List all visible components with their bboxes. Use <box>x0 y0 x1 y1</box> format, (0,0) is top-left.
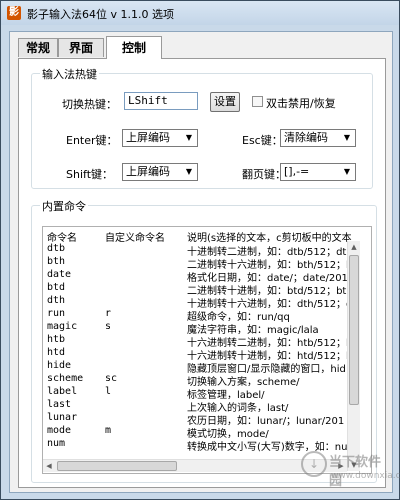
shift-key-select[interactable]: 上屏编码 ▼ <box>122 163 198 181</box>
tab-general[interactable]: 常规 <box>18 38 58 57</box>
hotkeys-group: 输入法热键 切换热键： LShift 设置 双击禁用/恢复 Enter键： 上屏… <box>31 66 373 189</box>
switch-hotkey-input[interactable]: LShift <box>124 92 198 110</box>
page-key-select[interactable]: [],-= ▼ <box>280 163 356 181</box>
command-name: scheme <box>47 373 84 384</box>
list-item[interactable]: dtb 十进制转二进制，如：dtb/512；dt <box>43 243 369 258</box>
list-item[interactable]: bth 二进制转十六进制，如：bth/512；b <box>43 256 369 271</box>
custom-command-name: s <box>105 321 112 332</box>
list-item[interactable]: htb 十六进制转二进制，如：htb/512；h <box>43 334 369 349</box>
esc-key-select[interactable]: 清除编码 ▼ <box>280 129 356 147</box>
command-name: last <box>47 399 72 410</box>
list-item[interactable]: date 格式化日期，如：date/；date/201 <box>43 269 369 284</box>
list-header: 命令名 自定义命令名 说明(s选择的文本，c剪切板中的文本 <box>43 229 369 244</box>
custom-command-name: l <box>105 386 112 397</box>
command-name: magic <box>47 321 78 332</box>
command-name: mode <box>47 425 72 436</box>
list-item[interactable]: last 上次输入的词条，last/ <box>43 399 369 414</box>
list-item[interactable]: btd 二进制转十进制，如：btd/512；bt <box>43 282 369 297</box>
command-name: bth <box>47 256 66 267</box>
column-header-custom-command[interactable]: 自定义命令名 <box>105 229 165 244</box>
switch-hotkey-label: 切换热键： <box>62 98 117 111</box>
command-name: lunar <box>47 412 78 423</box>
chevron-down-icon: ▼ <box>185 133 193 142</box>
chevron-down-icon: ▼ <box>185 167 193 176</box>
command-name: date <box>47 269 72 280</box>
set-hotkey-button[interactable]: 设置 <box>210 92 240 112</box>
custom-command-name: r <box>105 308 112 319</box>
options-window: 影 影子输入法64位 v 1.1.0 选项 常规 界面 控制 输入法热键 切换热… <box>0 0 400 500</box>
horizontal-scroll-thumb[interactable] <box>57 461 177 471</box>
list-item[interactable]: lunar 农历日期，如：lunar/；lunar/201 <box>43 412 369 427</box>
chevron-down-icon: ▼ <box>343 133 351 142</box>
enter-key-select[interactable]: 上屏编码 ▼ <box>122 129 198 147</box>
command-name: btd <box>47 282 66 293</box>
watermark: ↓ 当下软件园 www.downxia.com <box>301 447 400 489</box>
list-item[interactable]: run r 超级命令，如：run/qq <box>43 308 369 323</box>
command-name: htb <box>47 334 66 345</box>
double-click-disable-label: 双击禁用/恢复 <box>266 97 336 110</box>
list-item[interactable]: dth 十进制转十六进制，如：dth/512；d <box>43 295 369 310</box>
scroll-up-arrow-icon[interactable]: ▲ <box>348 241 360 253</box>
command-name: dth <box>47 295 66 306</box>
column-header-description[interactable]: 说明(s选择的文本，c剪切板中的文本 <box>187 229 369 244</box>
commands-group: 内置命令 命令名 自定义命令名 说明(s选择的文本，c剪切板中的文本 dtb 十进… <box>31 198 377 483</box>
list-item[interactable]: mode m 模式切换，mode/ <box>43 425 369 440</box>
enter-key-value: 上屏编码 <box>126 131 170 144</box>
command-name: htd <box>47 347 66 358</box>
scroll-left-arrow-icon[interactable]: ◀ <box>43 460 55 472</box>
list-item[interactable]: htd 十六进制转十进制，如：htd/512；h <box>43 347 369 362</box>
control-panel: 输入法热键 切换热键： LShift 设置 双击禁用/恢复 Enter键： 上屏… <box>18 58 386 488</box>
command-name: run <box>47 308 66 319</box>
list-item[interactable]: magic s 魔法字符串，如：magic/lala <box>43 321 369 336</box>
watermark-url: www.downxia.com <box>331 471 400 481</box>
watermark-text: 当下软件园 <box>329 455 382 489</box>
commands-list[interactable]: 命令名 自定义命令名 说明(s选择的文本，c剪切板中的文本 dtb 十进制转二进制… <box>42 226 372 474</box>
command-name: hide <box>47 360 72 371</box>
window-title: 影子输入法64位 v 1.1.0 选项 <box>27 8 174 21</box>
watermark-logo-icon: ↓ <box>301 451 327 477</box>
chevron-down-icon: ▼ <box>343 167 351 176</box>
esc-key-label: Esc键： <box>242 134 283 147</box>
command-name: num <box>47 438 66 449</box>
list-item[interactable]: scheme sc 切换输入方案，scheme/ <box>43 373 369 388</box>
vertical-scroll-thumb[interactable] <box>349 255 359 405</box>
command-name: label <box>47 386 78 397</box>
double-click-disable-checkbox[interactable] <box>252 96 263 107</box>
column-header-command[interactable]: 命令名 <box>47 229 77 244</box>
tab-interface[interactable]: 界面 <box>58 38 104 57</box>
esc-key-value: 清除编码 <box>284 131 328 144</box>
hotkeys-group-title: 输入法热键 <box>40 66 99 82</box>
app-icon: 影 <box>7 6 21 20</box>
shift-key-label: Shift键： <box>66 168 114 181</box>
list-item[interactable]: label l 标签管理，label/ <box>43 386 369 401</box>
commands-group-title: 内置命令 <box>40 198 88 214</box>
custom-command-name: m <box>105 425 112 436</box>
tab-control[interactable]: 控制 <box>106 36 162 59</box>
title-bar[interactable]: 影 影子输入法64位 v 1.1.0 选项 <box>1 1 399 25</box>
shift-key-value: 上屏编码 <box>126 165 170 178</box>
page-key-value: [],-= <box>284 165 310 178</box>
enter-key-label: Enter键： <box>66 134 118 147</box>
custom-command-name: sc <box>105 373 118 384</box>
vertical-scrollbar[interactable]: ▲ ▼ <box>347 241 360 471</box>
list-item[interactable]: hide 隐藏顶层窗口/显示隐藏的窗口，hid <box>43 360 369 375</box>
client-area: 常规 界面 控制 输入法热键 切换热键： LShift 设置 双击禁用/恢复 E… <box>9 31 393 493</box>
command-name: dtb <box>47 243 66 254</box>
